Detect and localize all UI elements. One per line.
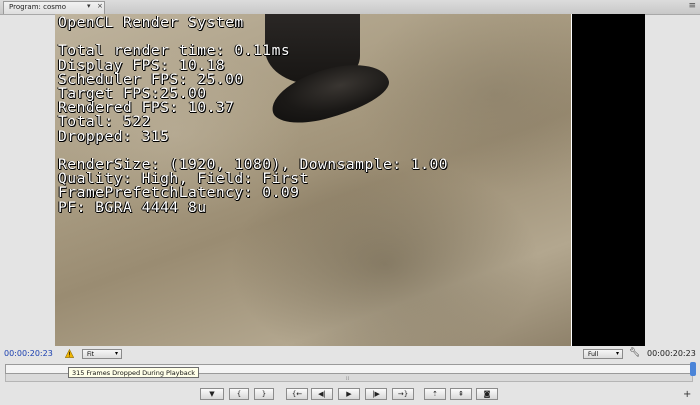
mark-in-button[interactable]: { bbox=[229, 388, 249, 400]
panel-menu-icon[interactable]: ≡ bbox=[688, 1, 695, 11]
chevron-down-icon: ▾ bbox=[615, 350, 619, 357]
overlay-line: Dropped: 315 bbox=[58, 127, 170, 145]
step-back-button[interactable]: ◀| bbox=[311, 388, 333, 400]
chevron-down-icon[interactable]: ▾ bbox=[87, 2, 91, 10]
current-timecode[interactable]: 00:00:20:23 bbox=[4, 349, 53, 358]
zoom-level-value: Fit bbox=[87, 351, 95, 358]
go-to-in-button[interactable]: {← bbox=[286, 388, 308, 400]
chevron-down-icon: ▾ bbox=[114, 350, 118, 357]
play-button[interactable]: ▶ bbox=[338, 388, 360, 400]
wrench-icon[interactable]: 🔧︎ bbox=[629, 348, 640, 358]
zoom-level-select[interactable]: Fit ▾ bbox=[82, 349, 122, 359]
program-monitor-viewer[interactable]: OpenCL Render System Total render time: 0… bbox=[55, 14, 645, 346]
letterbox-bar bbox=[571, 14, 645, 346]
warning-icon[interactable] bbox=[65, 349, 74, 358]
overlay-line: OpenCL Render System bbox=[58, 14, 244, 31]
duration-timecode: 00:00:20:23 bbox=[647, 349, 696, 358]
tab-program-monitor[interactable]: Program: cosmo ▾ × bbox=[3, 1, 105, 14]
export-frame-button[interactable]: ◙ bbox=[476, 388, 498, 400]
panel-header: Program: cosmo ▾ × ≡ bbox=[0, 0, 700, 15]
dropped-frames-tooltip: 315 Frames Dropped During Playback bbox=[68, 367, 200, 378]
close-icon[interactable]: × bbox=[97, 2, 103, 10]
mark-out-button[interactable]: } bbox=[254, 388, 274, 400]
overlay-line: PF: BGRA 4444 8u bbox=[58, 198, 207, 216]
lift-button[interactable]: ⇡ bbox=[424, 388, 446, 400]
tab-label: Program: cosmo bbox=[9, 3, 66, 11]
go-to-out-button[interactable]: →} bbox=[392, 388, 414, 400]
video-frame: OpenCL Render System Total render time: 0… bbox=[55, 14, 571, 346]
playback-resolution-select[interactable]: Full ▾ bbox=[583, 349, 623, 359]
extract-button[interactable]: ⇞ bbox=[450, 388, 472, 400]
playback-resolution-value: Full bbox=[588, 351, 599, 358]
scroll-grip-icon[interactable]: ⁞⁞ bbox=[346, 376, 352, 382]
add-marker-button[interactable]: ▼ bbox=[200, 388, 224, 400]
button-editor-add-icon[interactable]: + bbox=[683, 389, 691, 400]
step-forward-button[interactable]: |▶ bbox=[365, 388, 387, 400]
playhead[interactable] bbox=[690, 362, 696, 376]
